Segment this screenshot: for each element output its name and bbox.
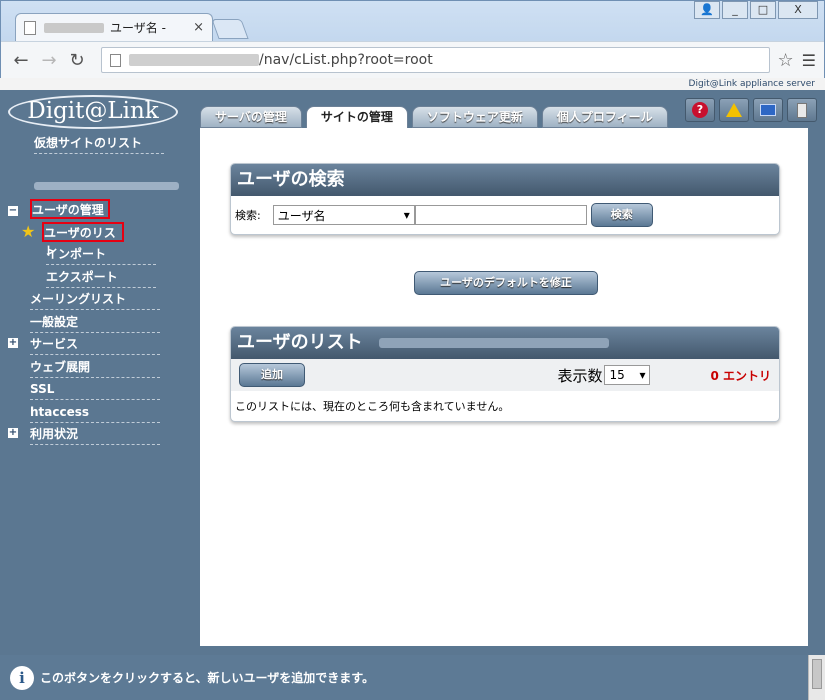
redacted-site-name[interactable] bbox=[34, 182, 179, 190]
search-field-select[interactable]: ユーザ名 ▾ bbox=[272, 205, 415, 225]
address-bar[interactable]: /nav/cList.php?root=root bbox=[101, 47, 770, 73]
search-panel: ユーザの検索 検索: ユーザ名 ▾ 検索 bbox=[230, 163, 780, 235]
bookmark-star-icon[interactable]: ☆ bbox=[778, 50, 794, 71]
search-panel-title: ユーザの検索 bbox=[231, 164, 779, 196]
tab-server-admin[interactable]: サーバの管理 bbox=[200, 106, 302, 128]
screen-button[interactable] bbox=[753, 98, 783, 122]
brand-tagline: Digit@Link appliance server bbox=[0, 78, 825, 90]
window-buttons: 👤 _ □ X bbox=[694, 1, 818, 19]
help-icon: ? bbox=[692, 102, 708, 118]
entry-count: 0 エントリ bbox=[710, 368, 771, 383]
tab-software-update[interactable]: ソフトウェア更新 bbox=[411, 106, 538, 128]
user-list-panel: ユーザのリスト 追加 表示数 15 ▾ 0 エントリ このリストには、現在のとこ… bbox=[230, 326, 780, 422]
warning-icon bbox=[726, 103, 742, 117]
scrollbar[interactable] bbox=[808, 655, 825, 700]
user-list-title-text: ユーザのリスト bbox=[237, 332, 363, 353]
empty-list-message: このリストには、現在のところ何も含まれていません。 bbox=[235, 400, 510, 413]
logout-icon bbox=[797, 102, 807, 118]
user-list-title: ユーザのリスト bbox=[231, 327, 779, 359]
sidebar-item-services[interactable]: サービス bbox=[30, 335, 160, 355]
dropdown-arrow-icon: ▾ bbox=[403, 208, 410, 222]
tab-title: ユーザ名 - bbox=[110, 21, 166, 35]
add-user-button[interactable]: 追加 bbox=[239, 363, 305, 387]
sidebar-item-ssl[interactable]: SSL bbox=[30, 380, 160, 400]
warning-button[interactable] bbox=[719, 98, 749, 122]
top-tabs: サーバの管理 サイトの管理 ソフトウェア更新 個人プロフィール bbox=[200, 106, 668, 129]
dropdown-arrow-icon: ▾ bbox=[639, 368, 646, 382]
header-icons: ? bbox=[685, 98, 817, 122]
tab-profile[interactable]: 個人プロフィール bbox=[541, 106, 668, 128]
browser-toolbar: ← → ↻ /nav/cList.php?root=root ☆ ☰ bbox=[1, 41, 824, 78]
expand-icon[interactable]: + bbox=[8, 338, 18, 348]
menu-icon[interactable]: ☰ bbox=[802, 51, 816, 70]
user-icon[interactable]: 👤 bbox=[694, 1, 720, 19]
page-icon bbox=[110, 53, 121, 67]
sidebar-item-import[interactable]: インポート bbox=[46, 245, 156, 265]
sidebar-item-htaccess[interactable]: htaccess bbox=[30, 403, 160, 423]
search-label: 検索: bbox=[235, 209, 261, 222]
info-icon: i bbox=[10, 665, 34, 690]
minimize-button[interactable]: _ bbox=[722, 1, 748, 19]
main-content: ユーザの検索 検索: ユーザ名 ▾ 検索 ユーザのデフォルトを修正 ユーザのリス… bbox=[200, 128, 808, 646]
search-field-value: ユーザ名 bbox=[277, 208, 326, 223]
sidebar: 仮想サイトのリスト − ユーザの管理 ★ ユーザのリスト インポート エクスポー… bbox=[0, 130, 200, 655]
browser-tab[interactable]: ユーザ名 - × bbox=[15, 13, 213, 41]
collapse-icon[interactable]: − bbox=[8, 206, 18, 216]
app-area: Digit@Link サーバの管理 サイトの管理 ソフトウェア更新 個人プロフィ… bbox=[0, 90, 825, 655]
search-input[interactable] bbox=[414, 205, 587, 225]
page-icon bbox=[24, 20, 36, 35]
sidebar-item-web-deploy[interactable]: ウェブ展開 bbox=[30, 358, 160, 378]
forward-icon[interactable]: → bbox=[37, 50, 61, 71]
back-icon[interactable]: ← bbox=[9, 50, 33, 71]
browser-chrome: ユーザ名 - × 👤 _ □ X ← → ↻ /nav/cList.php?ro… bbox=[0, 0, 825, 78]
redacted-text bbox=[44, 22, 104, 33]
sidebar-item-virtual-sites[interactable]: 仮想サイトのリスト bbox=[34, 134, 164, 154]
redacted-host bbox=[129, 54, 259, 66]
sidebar-item-user-list[interactable]: ユーザのリスト bbox=[42, 222, 124, 258]
reload-icon[interactable]: ↻ bbox=[65, 50, 89, 71]
star-icon: ★ bbox=[21, 222, 36, 241]
sidebar-item-user-management[interactable]: ユーザの管理 bbox=[30, 199, 110, 219]
new-tab-button[interactable] bbox=[211, 19, 249, 39]
maximize-button[interactable]: □ bbox=[750, 1, 776, 19]
display-count-label: 表示数 bbox=[557, 366, 603, 385]
close-tab-icon[interactable]: × bbox=[193, 20, 204, 35]
sidebar-item-general[interactable]: 一般設定 bbox=[30, 313, 160, 333]
tab-site-admin[interactable]: サイトの管理 bbox=[305, 106, 408, 129]
status-text: このボタンをクリックすると、新しいユーザを追加できます。 bbox=[40, 671, 375, 685]
display-count-value: 15 bbox=[609, 368, 625, 382]
logout-button[interactable] bbox=[787, 98, 817, 122]
close-window-button[interactable]: X bbox=[778, 1, 818, 19]
sidebar-item-export[interactable]: エクスポート bbox=[46, 268, 156, 288]
edit-user-defaults-button[interactable]: ユーザのデフォルトを修正 bbox=[414, 271, 598, 295]
display-count-select[interactable]: 15 ▾ bbox=[604, 365, 651, 385]
url-path: /nav/cList.php?root=root bbox=[259, 52, 433, 68]
search-button[interactable]: 検索 bbox=[590, 203, 653, 227]
sidebar-item-usage[interactable]: 利用状況 bbox=[30, 425, 160, 445]
help-button[interactable]: ? bbox=[685, 98, 715, 122]
sidebar-item-mailing-list[interactable]: メーリングリスト bbox=[30, 290, 160, 310]
scrollbar-thumb[interactable] bbox=[812, 659, 822, 689]
redacted-domain bbox=[378, 338, 609, 348]
status-bar: i このボタンをクリックすると、新しいユーザを追加できます。 bbox=[0, 655, 808, 700]
digitalink-logo: Digit@Link bbox=[8, 95, 178, 129]
screen-icon bbox=[760, 104, 776, 116]
expand-icon[interactable]: + bbox=[8, 428, 18, 438]
